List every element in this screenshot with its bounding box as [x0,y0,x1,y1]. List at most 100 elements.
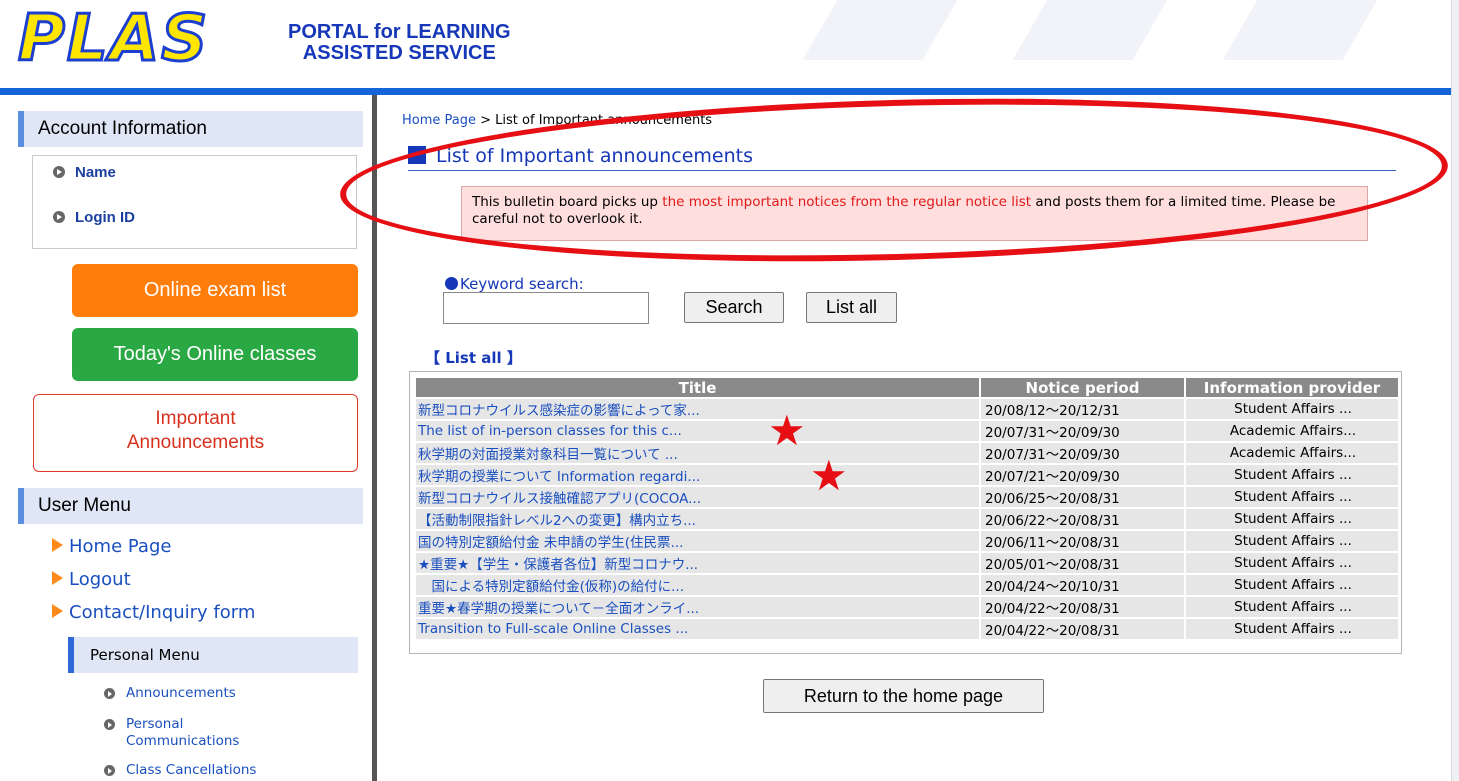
site-header: PLAS PORTAL for LEARNING ASSISTED SERVIC… [0,0,1459,92]
breadcrumb-separator: > [476,113,496,128]
account-info-box: Name Login ID [32,155,357,249]
account-name-label: Name [75,164,116,181]
menu-item-contact-inquiry[interactable]: Contact/Inquiry form [52,602,255,623]
table-row: 国の特別定額給付金 未申請の学生(住民票... 20/06/11～20/08/31… [416,531,1400,551]
announcement-title-link[interactable]: 国の特別定額給付金 未申請の学生(住民票... [416,531,981,551]
notice-period-cell: 20/06/25～20/08/31 [981,487,1186,507]
header-decoration [802,0,958,60]
breadcrumb: Home Page > List of Important announceme… [402,113,712,128]
table-row: 国による特別定額給付金(仮称)の給付に... 20/04/24～20/10/31 S… [416,575,1400,595]
important-button-line2: Announcements [126,432,265,453]
list-all-heading: 【 List all 】 [425,349,522,367]
notice-banner: This bulletin board picks up the most im… [461,186,1368,241]
announcement-title-link[interactable]: Transition to Full-scale Online Classes … [416,619,981,639]
notice-period-cell: 20/07/31～20/09/30 [981,421,1186,441]
personal-item-personal-communications[interactable]: Personal Communications [104,716,239,750]
logo-subtitle-line2: ASSISTED SERVICE [302,42,496,64]
blue-dot-icon [445,277,458,290]
logo-subtitle-line1: PORTAL for LEARNING [288,21,511,43]
announcement-title-link[interactable]: 重要★春学期の授業について－全面オンライ... [416,597,981,617]
provider-cell: Student Affairs ... [1186,553,1400,573]
table-row: 【活動制限指針レベル2への変更】構内立ち... 20/06/22～20/08/31… [416,509,1400,529]
table-row: 重要★春学期の授業について－全面オンライ... 20/04/22～20/08/31… [416,597,1400,617]
important-announcements-button[interactable]: Important Announcements [33,394,358,472]
header-divider [0,88,1459,95]
announcement-title-link[interactable]: 秋学期の対面授業対象科目一覧について ... [416,443,981,463]
provider-cell: Student Affairs ... [1186,531,1400,551]
provider-cell: Student Affairs ... [1186,487,1400,507]
provider-cell: Academic Affairs... [1186,443,1400,463]
notice-period-cell: 20/04/24～20/10/31 [981,575,1186,595]
bullet-icon [53,211,65,223]
menu-item-home-page[interactable]: Home Page [52,536,171,557]
personal-item-label: Announcements [126,685,236,701]
provider-cell: Student Affairs ... [1186,509,1400,529]
menu-item-label: Logout [69,569,131,590]
provider-cell: Student Affairs ... [1186,399,1400,419]
notice-period-cell: 20/04/22～20/08/31 [981,597,1186,617]
personal-item-label-line2: Communications [126,733,240,749]
arrow-icon [52,538,63,552]
provider-cell: Student Affairs ... [1186,619,1400,639]
personal-menu-heading: Personal Menu [68,637,358,673]
table-row: The list of in-person classes for this c… [416,421,1400,441]
menu-item-logout[interactable]: Logout [52,569,131,590]
table-row: 新型コロナウイルス接触確認アプリ(COCOA... 20/06/25～20/08/… [416,487,1400,507]
keyword-search-label-text: Keyword search: [460,275,584,293]
online-exam-list-button[interactable]: Online exam list [72,264,358,317]
bullet-icon [53,166,65,178]
account-name: Name [53,164,116,181]
important-button-line1: Important [155,408,236,429]
announcement-title-link[interactable]: 【活動制限指針レベル2への変更】構内立ち... [416,509,981,529]
breadcrumb-current: List of Important announcements [495,113,713,128]
notice-period-cell: 20/04/22～20/08/31 [981,619,1186,639]
arrow-icon [52,571,63,585]
table-row: 新型コロナウイルス感染症の影響によって家... 20/08/12～20/12/31… [416,399,1400,419]
table-header-row: Title Notice period Information provider [416,378,1400,397]
announcement-title-link[interactable]: ★重要★【学生・保護者各位】新型コロナウ... [416,553,981,573]
list-all-button[interactable]: List all [806,292,897,323]
plas-logo[interactable]: PLAS [16,3,209,76]
notice-period-cell: 20/06/22～20/08/31 [981,509,1186,529]
todays-online-classes-button[interactable]: Today's Online classes [72,328,358,381]
notice-period-cell: 20/07/31～20/09/30 [981,443,1186,463]
provider-cell: Academic Affairs... [1186,421,1400,441]
announcement-title-link[interactable]: 秋学期の授業について Information regardi... [416,465,981,485]
announcement-title-link[interactable]: 国による特別定額給付金(仮称)の給付に... [416,575,981,595]
header-decoration [1222,0,1378,60]
table-row: 秋学期の授業について Information regardi... 20/07/2… [416,465,1400,485]
title-square-icon [408,146,426,164]
column-header-notice-period[interactable]: Notice period [981,378,1186,397]
column-header-title[interactable]: Title [416,378,981,397]
personal-item-announcements[interactable]: Announcements [104,685,236,702]
announcement-title-link[interactable]: 新型コロナウイルス接触確認アプリ(COCOA... [416,487,981,507]
column-header-information-provider[interactable]: Information provider [1186,378,1400,397]
header-decoration [1012,0,1168,60]
return-home-button[interactable]: Return to the home page [763,679,1044,713]
notice-text-1: This bulletin board picks up [472,194,663,210]
announcement-title-link[interactable]: 新型コロナウイルス感染症の影響によって家... [416,399,981,419]
personal-item-class-cancellations[interactable]: Class Cancellations [104,762,256,779]
bullet-icon [104,688,115,699]
logo-subtitle: PORTAL for LEARNING ASSISTED SERVICE [288,22,511,64]
search-button[interactable]: Search [684,292,784,323]
table-row: ★重要★【学生・保護者各位】新型コロナウ... 20/05/01～20/08/31… [416,553,1400,573]
provider-cell: Student Affairs ... [1186,597,1400,617]
account-login-id-label: Login ID [75,209,135,226]
account-information-heading: Account Information [18,111,363,147]
window-edge [1451,0,1459,781]
user-menu-heading: User Menu [18,488,363,524]
arrow-icon [52,604,63,618]
menu-item-label: Contact/Inquiry form [69,602,256,623]
notice-period-cell: 20/05/01～20/08/31 [981,553,1186,573]
page-title-text: List of Important announcements [436,145,753,167]
personal-item-label-line1: Personal [126,716,184,732]
breadcrumb-home-link[interactable]: Home Page [402,113,476,128]
table-row: Transition to Full-scale Online Classes … [416,619,1400,639]
keyword-search-input[interactable] [443,292,649,324]
sidebar-separator [372,95,377,781]
announcement-title-link[interactable]: The list of in-person classes for this c… [416,421,981,441]
page-title: List of Important announcements [408,145,1396,171]
account-login-id: Login ID [53,209,135,226]
provider-cell: Student Affairs ... [1186,575,1400,595]
